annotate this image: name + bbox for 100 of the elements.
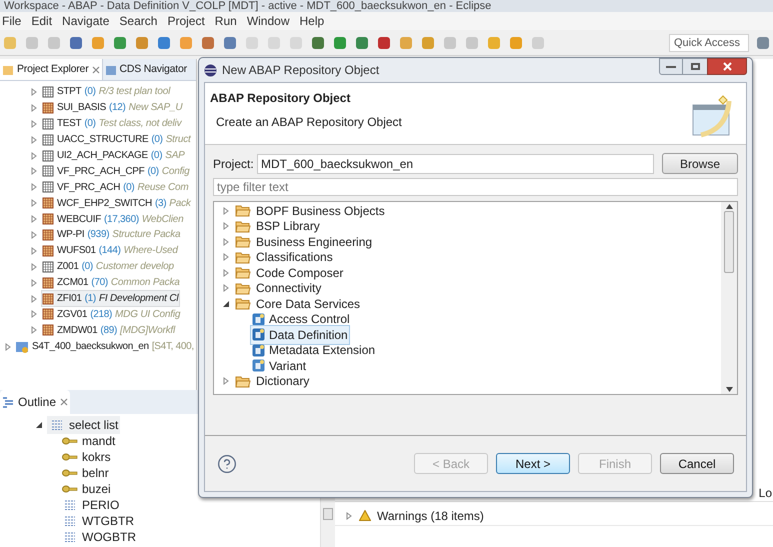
expanded-arrow-icon[interactable] xyxy=(35,420,43,428)
menu-item[interactable]: File xyxy=(2,12,22,30)
filter-field[interactable]: type filter text xyxy=(213,178,738,196)
outline-item[interactable]: belnr xyxy=(82,464,109,482)
package-item[interactable]: Z001 (0) Customer develop xyxy=(41,258,176,276)
collapsed-arrow-icon[interactable] xyxy=(222,206,230,215)
category-item[interactable]: Connectivity xyxy=(256,279,322,298)
minimize-button[interactable] xyxy=(659,58,683,75)
wizard-description: Create an ABAP Repository Object xyxy=(215,114,403,131)
outline-item[interactable]: PERIO xyxy=(82,496,120,514)
close-icon xyxy=(722,62,732,71)
menu-item[interactable]: Help xyxy=(300,12,324,30)
package-count: (0) xyxy=(148,164,159,179)
package-item[interactable]: VF_PRC_ACH (0) Reuse Com xyxy=(41,178,190,196)
view-tab[interactable]: Outline xyxy=(0,390,70,414)
package-count: (0) xyxy=(123,180,134,195)
object-icon xyxy=(252,328,265,342)
package-name: ZGV01 xyxy=(57,308,88,322)
package-item[interactable]: UI2_ACH_PACKAGE (0) SAP xyxy=(41,147,187,164)
collapsed-arrow-icon[interactable] xyxy=(222,268,230,277)
collapsed-arrow-icon[interactable] xyxy=(222,284,230,292)
key-icon xyxy=(62,485,78,493)
category-item[interactable]: BOPF Business Objects xyxy=(256,202,385,220)
package-item[interactable]: ZFI01 (1) FI Development Cl xyxy=(41,290,180,308)
package-icon xyxy=(42,276,54,289)
wizard-button[interactable]: Next > xyxy=(496,453,570,474)
category-item[interactable]: Classifications xyxy=(256,248,333,266)
close-button[interactable] xyxy=(707,58,747,75)
close-icon[interactable] xyxy=(92,66,100,74)
quick-access-field[interactable]: Quick Access xyxy=(669,34,749,52)
collapsed-arrow-icon[interactable] xyxy=(222,238,230,246)
object-type-item[interactable]: Data Definition xyxy=(250,324,350,345)
project-name[interactable]: S4T_400_baecksukwon_en xyxy=(32,339,149,354)
eclipse-icon xyxy=(204,64,217,76)
package-item[interactable]: TEST (0) Test class, not deliv xyxy=(41,115,184,132)
menu-item[interactable]: Project xyxy=(167,12,205,30)
collapsed-arrow-icon[interactable] xyxy=(345,512,353,520)
menu-item[interactable]: Window xyxy=(246,12,290,30)
help-icon[interactable] xyxy=(217,454,237,474)
maximize-button[interactable] xyxy=(683,58,707,75)
package-icon xyxy=(42,150,54,162)
menu-item[interactable]: Navigate xyxy=(62,12,110,30)
close-icon[interactable] xyxy=(60,398,68,406)
outline-item[interactable]: mandt xyxy=(82,432,116,450)
list-icon xyxy=(64,516,76,526)
category-item[interactable]: Business Engineering xyxy=(256,232,372,251)
view-tab[interactable]: CDS Navigator xyxy=(102,59,189,80)
package-item[interactable]: ZGV01 (218) MDG UI Config xyxy=(41,306,182,323)
package-item[interactable]: ZCM01 (70) Common Packa xyxy=(41,274,182,292)
outline-item[interactable]: buzei xyxy=(82,480,111,498)
scroll-down-icon[interactable] xyxy=(726,387,732,392)
package-icon xyxy=(42,244,54,257)
package-name: SUI_BASIS xyxy=(57,101,106,116)
collapsed-arrow-icon[interactable] xyxy=(222,253,230,262)
package-description: Where-Used xyxy=(124,244,178,258)
view-tab[interactable]: Project Explorer xyxy=(0,59,102,80)
browse-button[interactable]: Browse xyxy=(662,153,738,174)
package-item[interactable]: VF_PRC_ACH_CPF (0) Config xyxy=(41,162,192,180)
project-detail: [S4T, 400, xyxy=(152,340,194,354)
package-icon xyxy=(42,86,54,98)
collapsed-arrow-icon[interactable] xyxy=(4,342,12,351)
package-icon xyxy=(42,324,54,336)
package-item[interactable]: WP-PI (939) Structure Packa xyxy=(41,226,182,244)
outline-item[interactable]: WOGBTR xyxy=(82,528,136,546)
package-count: (218) xyxy=(90,308,112,322)
package-item[interactable]: WEBCUIF (17,360) WebClien xyxy=(41,210,186,228)
project-icon xyxy=(15,340,29,354)
package-description: FI Development Cl xyxy=(98,292,178,306)
package-name: WCF_EHP2_SWITCH xyxy=(57,196,152,211)
object-icon xyxy=(252,312,265,326)
vertical-scrollbar[interactable] xyxy=(721,202,737,394)
project-field[interactable]: MDT_600_baecksukwon_en xyxy=(257,154,654,174)
warning-group[interactable]: Warnings (18 items) xyxy=(377,506,484,524)
outline-item[interactable]: select list xyxy=(47,416,120,434)
category-item[interactable]: BSP Library xyxy=(256,217,320,236)
outline-item[interactable]: WTGBTR xyxy=(82,512,134,530)
column-header: Lo xyxy=(758,484,772,502)
scroll-thumb[interactable] xyxy=(724,211,734,273)
menu-item[interactable]: Run xyxy=(214,12,237,30)
package-item[interactable]: WUFS01 (144) Where-Used xyxy=(41,242,180,260)
scroll-up-icon[interactable] xyxy=(726,204,732,209)
package-name: UACC_STRUCTURE xyxy=(57,133,148,148)
package-count: (0) xyxy=(151,133,163,148)
package-item[interactable]: UACC_STRUCTURE (0) Struct xyxy=(41,131,193,148)
package-item[interactable]: SUI_BASIS (12) New SAP_U xyxy=(41,99,184,116)
outline-item[interactable]: kokrs xyxy=(82,448,111,466)
category-item[interactable]: Code Composer xyxy=(256,264,344,282)
collapsed-arrow-icon[interactable] xyxy=(222,377,230,386)
menu-item[interactable]: Edit xyxy=(31,12,52,30)
wizard-button[interactable]: Cancel xyxy=(660,453,734,474)
collapsed-arrow-icon[interactable] xyxy=(222,222,230,230)
project-label: Project: xyxy=(213,156,253,172)
package-name: ZCM01 xyxy=(57,276,88,290)
package-count: (144) xyxy=(98,244,121,258)
menu-item[interactable]: Search xyxy=(119,12,158,30)
package-item[interactable]: ZMDW01 (89) [MDG]Workfl xyxy=(41,322,178,339)
package-item[interactable]: WCF_EHP2_SWITCH (3) Pack xyxy=(41,194,193,212)
package-item[interactable]: STPT (0) R/3 test plan tool xyxy=(41,83,172,100)
tab-label: CDS Navigator xyxy=(120,62,187,77)
expanded-arrow-icon[interactable] xyxy=(222,300,230,308)
